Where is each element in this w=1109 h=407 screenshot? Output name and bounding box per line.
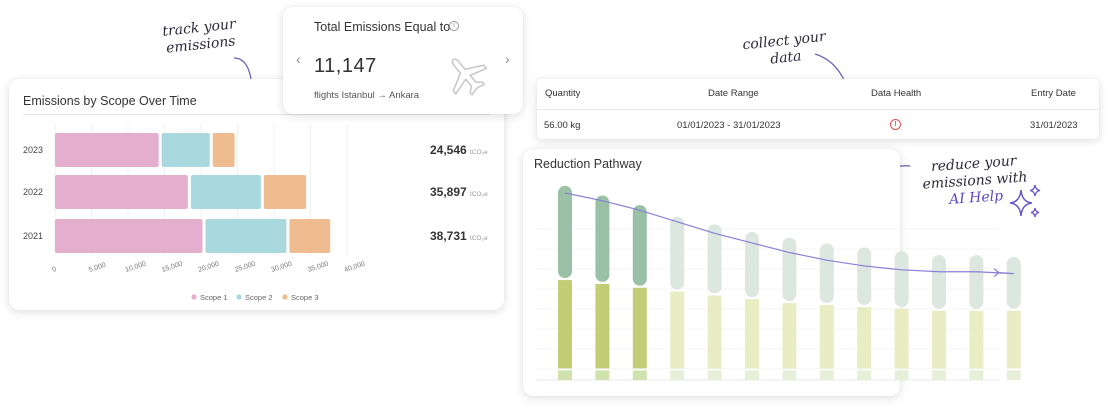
pathway-bar-base	[707, 370, 722, 380]
pathway-bar-base	[932, 370, 946, 380]
bar-scope-1	[55, 219, 203, 253]
bar-scope-1	[55, 133, 159, 167]
pathway-bar-base	[558, 370, 572, 380]
pathway-bar-middle	[819, 305, 834, 369]
pathway-bar-top	[670, 216, 685, 290]
x-tick-label: 15,000	[161, 261, 184, 274]
x-tick-label: 20,000	[197, 261, 220, 274]
total-emissions-title: Total Emissions Equal to	[314, 20, 451, 34]
pathway-bar-middle	[595, 283, 610, 369]
pathway-bar-base	[1006, 370, 1021, 380]
pathway-bar-base	[857, 370, 872, 380]
bar-scope-2	[161, 133, 210, 167]
row-total-value: 38,731	[430, 229, 467, 243]
pathway-bar-middle	[745, 299, 759, 369]
pathway-bar-base	[894, 370, 909, 380]
chevron-right-icon[interactable]: ›	[505, 51, 510, 67]
pathway-bar-top	[932, 255, 946, 309]
total-emissions-value: 11,147	[314, 55, 377, 77]
pathway-bar-base	[819, 370, 834, 380]
warning-icon[interactable]: !	[890, 119, 901, 130]
x-tick-label: 5,000	[88, 262, 107, 274]
bar-scope-3	[263, 175, 307, 209]
legend-label: Scope 3	[291, 293, 319, 302]
total-emissions-card: Total Emissions Equal to i ‹ › 11,147 fl…	[283, 7, 523, 114]
pathway-bar-top	[969, 255, 984, 309]
pathway-bar-middle	[894, 308, 909, 369]
pathway-bar-top	[819, 243, 834, 304]
legend-swatch	[236, 294, 242, 300]
pathway-bar-top	[1006, 256, 1021, 309]
bar-scope-3	[212, 133, 235, 167]
x-tick-label: 0	[51, 266, 57, 274]
pathway-bar-top	[632, 205, 647, 286]
column-header-data-health[interactable]: Data Health	[871, 88, 921, 99]
pathway-bar-base	[969, 370, 984, 380]
pathway-bar-middle	[1006, 310, 1021, 369]
x-tick-label: 10,000	[124, 261, 147, 274]
x-tick-label: 35,000	[307, 261, 330, 274]
pathway-bar-base	[595, 370, 610, 380]
x-tick-label: 25,000	[234, 261, 257, 274]
bar-scope-1	[55, 175, 188, 209]
cell-entry-date: 31/01/2023	[1030, 120, 1078, 131]
bar-scope-2	[205, 219, 287, 253]
sparkle-icon	[1009, 184, 1041, 218]
cell-quantity: 56.00 kg	[544, 120, 581, 131]
chevron-left-icon[interactable]: ‹	[296, 51, 301, 67]
unit-label: tCO₂e	[470, 149, 488, 156]
pathway-bar-middle	[857, 306, 872, 369]
pathway-bar-top	[782, 237, 797, 302]
pathway-bar-base	[782, 370, 797, 380]
unit-label: tCO₂e	[470, 191, 488, 198]
row-total-value: 24,546	[430, 143, 467, 157]
y-tick-label: 2021	[23, 231, 43, 241]
info-icon[interactable]: i	[449, 21, 459, 31]
total-emissions-subtitle: flights Istanbul → Ankara	[314, 90, 420, 101]
data-entry-table: Quantity Date Range Data Health Entry Da…	[537, 79, 1099, 139]
divider	[537, 109, 1099, 110]
pathway-bar-middle	[558, 280, 572, 369]
pathway-bar-middle	[932, 310, 946, 369]
legend-swatch	[191, 294, 197, 300]
y-tick-label: 2023	[23, 145, 43, 155]
bar-scope-3	[289, 219, 331, 253]
pathway-bar-middle	[707, 295, 722, 369]
x-tick-label: 30,000	[270, 261, 293, 274]
pathway-bar-middle	[670, 291, 685, 369]
pathway-bar-top	[558, 185, 572, 279]
row-total-value: 35,897	[430, 185, 467, 199]
column-header-date-range[interactable]: Date Range	[708, 88, 759, 99]
pathway-bar-middle	[632, 287, 647, 369]
pathway-bar-top	[857, 247, 872, 305]
reduction-pathway-chart	[535, 185, 1021, 381]
legend-label: Scope 1	[200, 293, 228, 302]
legend-label: Scope 2	[245, 293, 273, 302]
cell-date-range: 01/01/2023 - 31/01/2023	[677, 120, 781, 131]
y-tick-label: 2022	[23, 187, 43, 197]
pathway-bar-middle	[782, 303, 797, 369]
pathway-bar-base	[670, 370, 685, 380]
pathway-bar-top	[595, 195, 610, 282]
bar-scope-2	[190, 175, 261, 209]
pathway-bar-base	[745, 370, 759, 380]
x-tick-label: 40,000	[343, 261, 366, 274]
pathway-bar-top	[894, 251, 909, 307]
pathway-bar-base	[632, 370, 647, 380]
unit-label: tCO₂e	[470, 235, 488, 242]
column-header-quantity[interactable]: Quantity	[545, 88, 580, 99]
airplane-icon	[451, 58, 488, 96]
column-header-entry-date[interactable]: Entry Date	[1031, 88, 1076, 99]
pathway-bar-middle	[969, 310, 984, 369]
legend-swatch	[282, 294, 288, 300]
